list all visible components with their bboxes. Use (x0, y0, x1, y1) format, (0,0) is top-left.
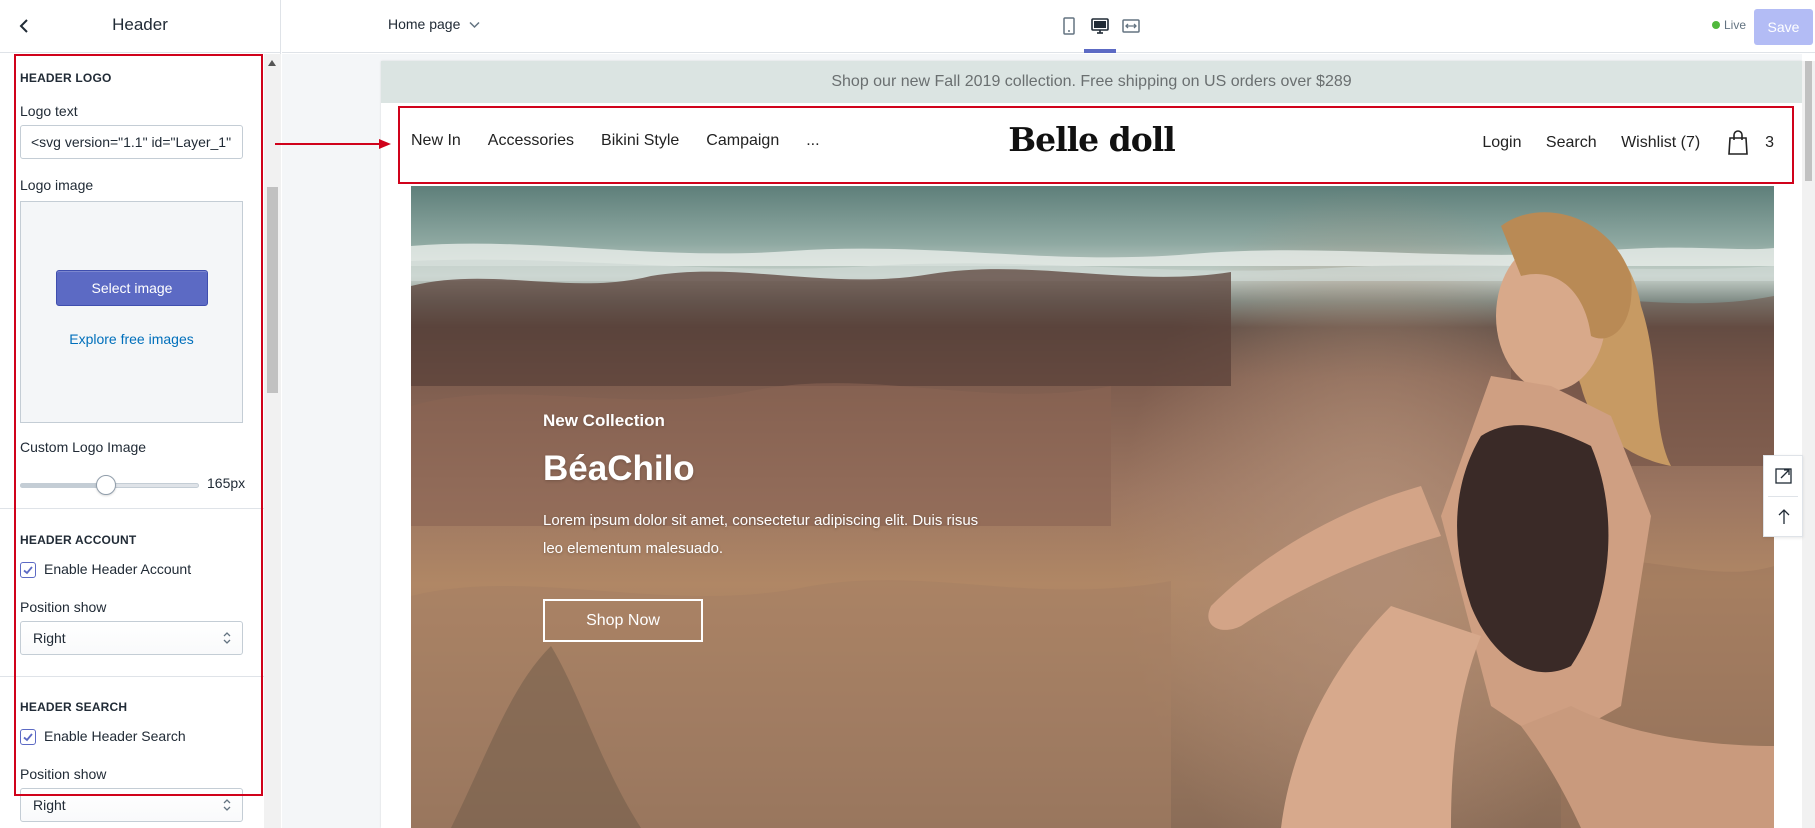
section-title-header-account: HEADER ACCOUNT (20, 533, 137, 547)
active-view-indicator (1084, 49, 1116, 53)
sidebar-scroll-area: HEADER LOGO Logo text <svg version="1.1"… (0, 54, 264, 828)
sidebar-scrollbar-thumb[interactable] (267, 187, 278, 393)
logo-image-dropzone[interactable]: Select image Explore free images (20, 201, 243, 423)
desktop-view-icon[interactable] (1088, 14, 1112, 38)
logo-size-slider[interactable] (20, 475, 199, 495)
section-title-header-logo: HEADER LOGO (20, 71, 112, 85)
wishlist-link[interactable]: Wishlist (7) (1621, 134, 1700, 152)
chevron-down-icon (469, 22, 480, 29)
shopping-bag-icon[interactable] (1727, 130, 1749, 156)
enable-header-search-label[interactable]: Enable Header Search (44, 728, 186, 744)
page-selector[interactable]: Home page (388, 16, 480, 32)
cart-count[interactable]: 3 (1765, 134, 1774, 151)
logo-image-label: Logo image (20, 177, 94, 193)
shop-now-button[interactable]: Shop Now (543, 599, 703, 642)
editor-topbar: Home page Live Save (282, 0, 1815, 53)
account-position-label: Position show (20, 599, 107, 615)
live-dot-icon (1712, 21, 1720, 29)
slider-fill (20, 483, 106, 488)
mobile-view-icon[interactable] (1057, 14, 1081, 38)
storefront-preview: Shop our new Fall 2019 collection. Free … (381, 61, 1802, 828)
search-position-label: Position show (20, 766, 107, 782)
preview-scrollbar-thumb[interactable] (1805, 61, 1812, 181)
enable-header-search-checkbox[interactable] (20, 729, 36, 745)
sidebar-title: Header (112, 15, 168, 34)
preview-scrollbar[interactable] (1802, 61, 1815, 828)
account-position-select[interactable]: Right (20, 621, 243, 655)
checkmark-icon (23, 733, 33, 742)
section-divider (0, 676, 264, 677)
slider-handle[interactable] (96, 475, 116, 495)
select-arrows-icon (223, 632, 231, 644)
header-actions: Login Search Wishlist (7) 3 (1462, 130, 1774, 156)
sidebar-scrollbar[interactable] (264, 54, 281, 828)
account-position-value: Right (33, 630, 66, 646)
expand-icon[interactable] (1764, 456, 1804, 496)
search-position-value: Right (33, 797, 66, 813)
page-selector-label: Home page (388, 16, 461, 32)
live-status-label: Live (1724, 18, 1747, 32)
section-divider (0, 508, 264, 509)
search-link[interactable]: Search (1546, 134, 1597, 152)
search-position-select[interactable]: Right (20, 788, 243, 822)
enable-header-account-checkbox[interactable] (20, 562, 36, 578)
hero-title: BéaChilo (543, 449, 695, 488)
explore-free-images-link[interactable]: Explore free images (21, 331, 242, 347)
section-title-header-search: HEADER SEARCH (20, 700, 128, 714)
arrow-up-icon[interactable] (1764, 497, 1804, 537)
model-photo (1208, 212, 1774, 828)
logo-text-label: Logo text (20, 103, 78, 119)
announcement-bar[interactable]: Shop our new Fall 2019 collection. Free … (381, 61, 1802, 103)
hero-description: Lorem ipsum dolor sit amet, consectetur … (543, 512, 979, 557)
select-image-button[interactable]: Select image (56, 270, 208, 306)
save-button[interactable]: Save (1754, 9, 1813, 45)
scroll-up-arrow-icon[interactable] (268, 60, 276, 66)
enable-header-account-label[interactable]: Enable Header Account (44, 561, 191, 577)
custom-logo-label: Custom Logo Image (20, 439, 147, 455)
sidebar-header: Header (0, 0, 280, 53)
logo-text-input[interactable]: <svg version="1.1" id="Layer_1" (20, 125, 243, 159)
checkmark-icon (23, 566, 33, 575)
select-arrows-icon (223, 799, 231, 811)
annotation-arrow-icon (275, 139, 391, 149)
hero-banner: New Collection BéaChilo Lorem ipsum dolo… (411, 186, 1774, 828)
hero-kicker: New Collection (543, 411, 665, 430)
hero-content: New Collection BéaChilo Lorem ipsum dolo… (543, 411, 993, 642)
login-link[interactable]: Login (1482, 134, 1521, 152)
store-header: New In Accessories Bikini Style Campaign...… (381, 103, 1802, 181)
settings-sidebar: Header HEADER LOGO Logo text <svg versio… (0, 0, 281, 828)
preview-side-tools (1763, 455, 1803, 537)
live-status: Live (1712, 18, 1746, 32)
fullwidth-view-icon[interactable] (1119, 14, 1143, 38)
logo-size-value: 165px (207, 475, 246, 491)
